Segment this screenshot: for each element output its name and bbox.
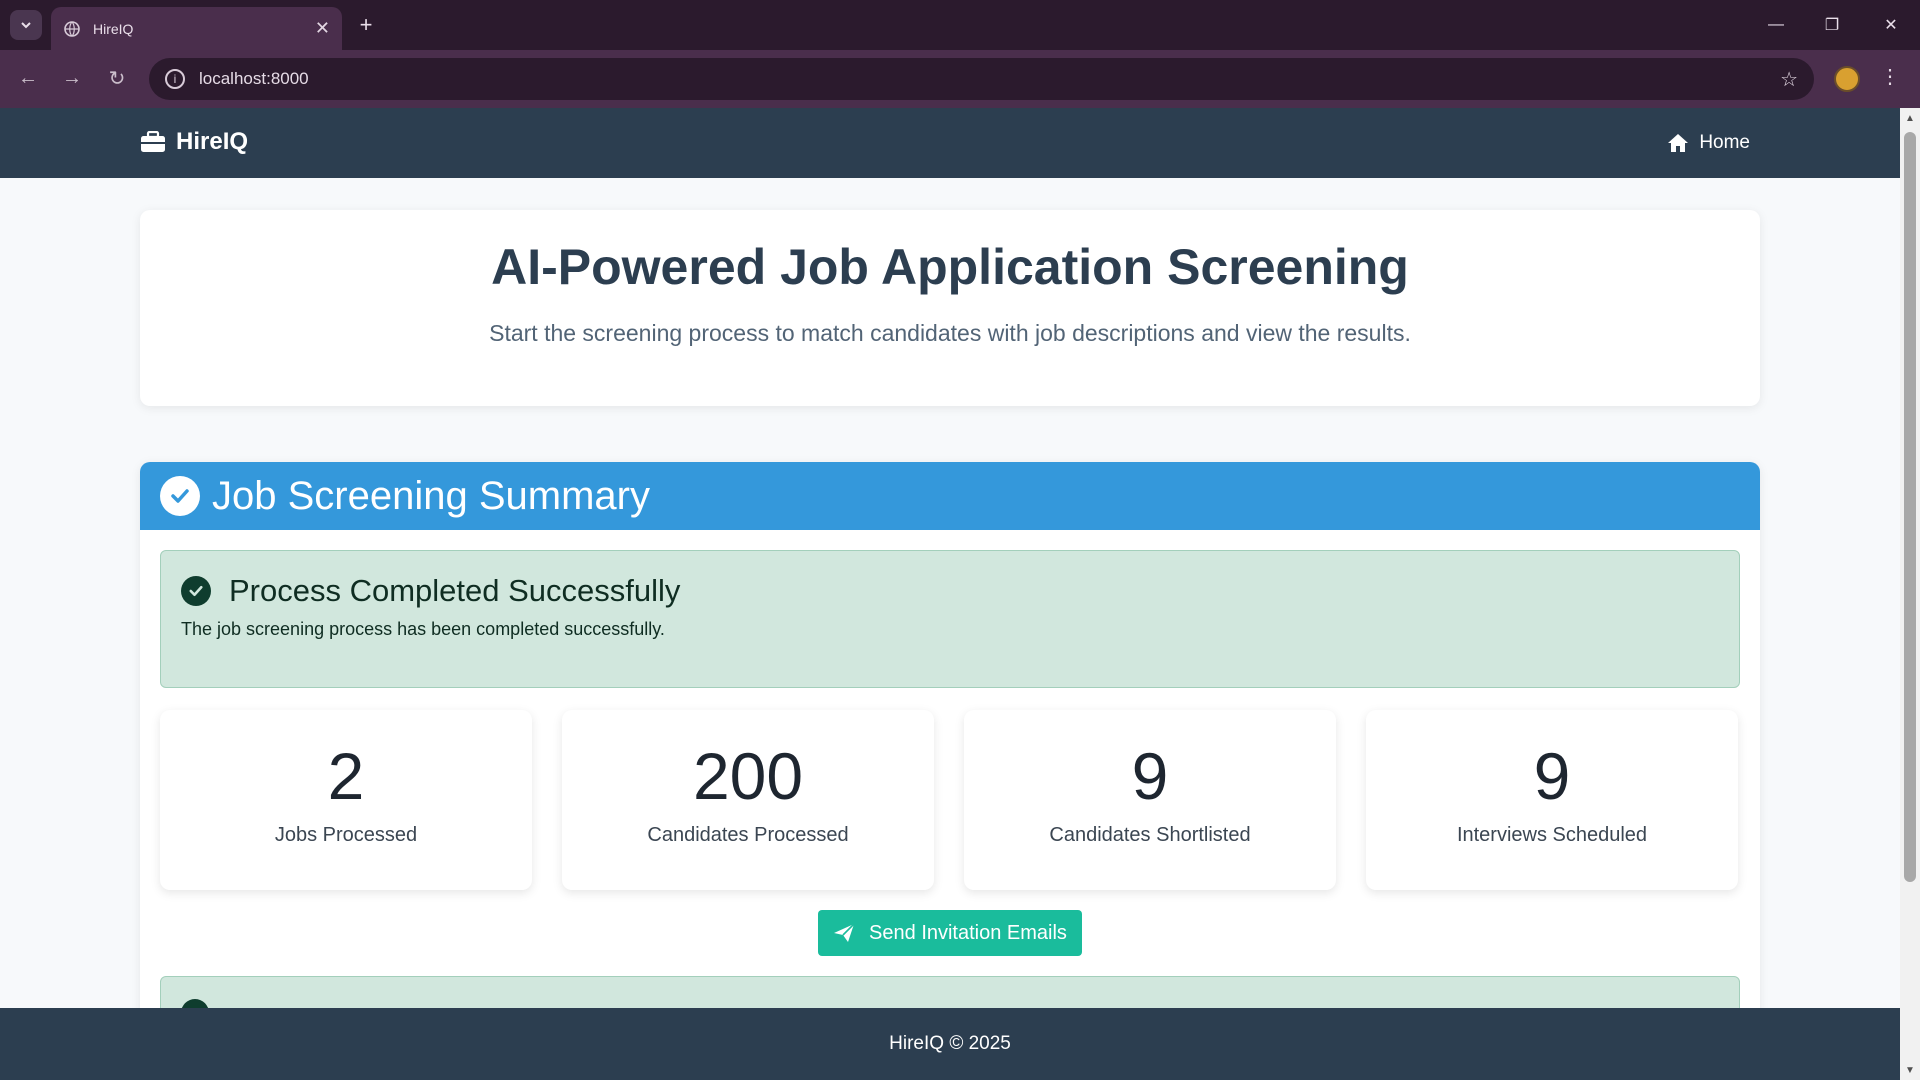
check-circle-icon [160,476,200,516]
send-invitation-emails-button[interactable]: Send Invitation Emails [818,910,1082,956]
summary-header: Job Screening Summary [140,462,1760,530]
alert-title: Process Completed Successfully [229,573,681,608]
briefcase-icon [141,131,165,152]
browser-menu-icon[interactable]: ⋮ [1880,64,1900,89]
stat-card-interviews: 9 Interviews Scheduled [1366,710,1738,890]
page-subtitle: Start the screening process to match can… [489,320,1411,346]
stat-card-shortlisted: 9 Candidates Shortlisted [964,710,1336,890]
brand-name: HireIQ [176,128,249,155]
alert-text: The job screening process has been compl… [181,619,665,639]
globe-icon [64,20,80,37]
browser-tab[interactable]: HireIQ ✕ [51,7,342,50]
scroll-down-arrow[interactable]: ▼ [1904,1064,1916,1076]
stat-card-candidates: 200 Candidates Processed [562,710,934,890]
stat-value: 9 [1533,739,1571,813]
stat-label: Candidates Shortlisted [1049,824,1251,846]
browser-tab-bar: HireIQ ✕ + — ❐ ✕ [0,0,1920,50]
stat-value: 9 [1131,739,1169,813]
stat-label: Jobs Processed [274,824,418,846]
page-scrollbar[interactable]: ▲ ▼ [1900,108,1920,1080]
page-title: AI-Powered Job Application Screening [491,239,1409,295]
stat-value: 200 [692,739,804,813]
url-text: localhost:8000 [199,69,309,88]
paper-plane-icon [834,923,855,942]
forward-button[interactable]: → [56,62,88,94]
stats-row: 2 Jobs Processed 200 Candidates Processe… [160,710,1740,890]
hero-card: AI-Powered Job Application Screening Sta… [140,210,1760,406]
chevron-down-icon [21,22,31,29]
window-close-button[interactable]: ✕ [1876,10,1906,40]
profile-avatar[interactable] [1834,66,1860,92]
back-button[interactable]: ← [12,62,44,94]
home-link[interactable]: Home [1667,132,1750,154]
restore-button[interactable]: ❐ [1817,10,1847,40]
reload-button[interactable]: ↻ [101,62,133,94]
check-circle-icon [181,576,211,606]
scroll-up-arrow[interactable]: ▲ [1904,112,1916,124]
address-bar[interactable]: i localhost:8000 ☆ [149,58,1814,100]
scroll-thumb[interactable] [1904,132,1916,882]
site-info-icon[interactable]: i [165,69,185,89]
footer-text: HireIQ © 2025 [889,1033,1011,1054]
brand-link[interactable]: HireIQ [140,128,248,156]
stat-value: 2 [327,739,365,813]
tab-close-icon[interactable]: ✕ [315,18,330,39]
site-navbar: HireIQ Home [0,108,1900,178]
summary-body: Process Completed Successfully The job s… [140,530,1760,1080]
browser-toolbar: ← → ↻ i localhost:8000 ☆ ⋮ [0,50,1920,108]
tab-search-button[interactable] [10,10,42,40]
stat-card-jobs: 2 Jobs Processed [160,710,532,890]
minimize-button[interactable]: — [1761,10,1791,40]
summary-card: Job Screening Summary Process Completed … [140,462,1760,1080]
new-tab-button[interactable]: + [352,12,380,38]
success-alert: Process Completed Successfully The job s… [160,550,1740,688]
home-icon [1668,134,1689,152]
stat-label: Candidates Processed [647,824,849,846]
send-button-label: Send Invitation Emails [869,921,1067,944]
stat-label: Interviews Scheduled [1456,824,1648,846]
tab-title: HireIQ [93,20,134,37]
bookmark-star-icon[interactable]: ☆ [1780,67,1798,92]
site-footer: HireIQ © 2025 [0,1008,1900,1080]
summary-title: Job Screening Summary [212,473,650,518]
page-viewport: HireIQ Home AI-Powered Job Application S… [0,108,1900,1080]
home-label: Home [1699,132,1750,153]
